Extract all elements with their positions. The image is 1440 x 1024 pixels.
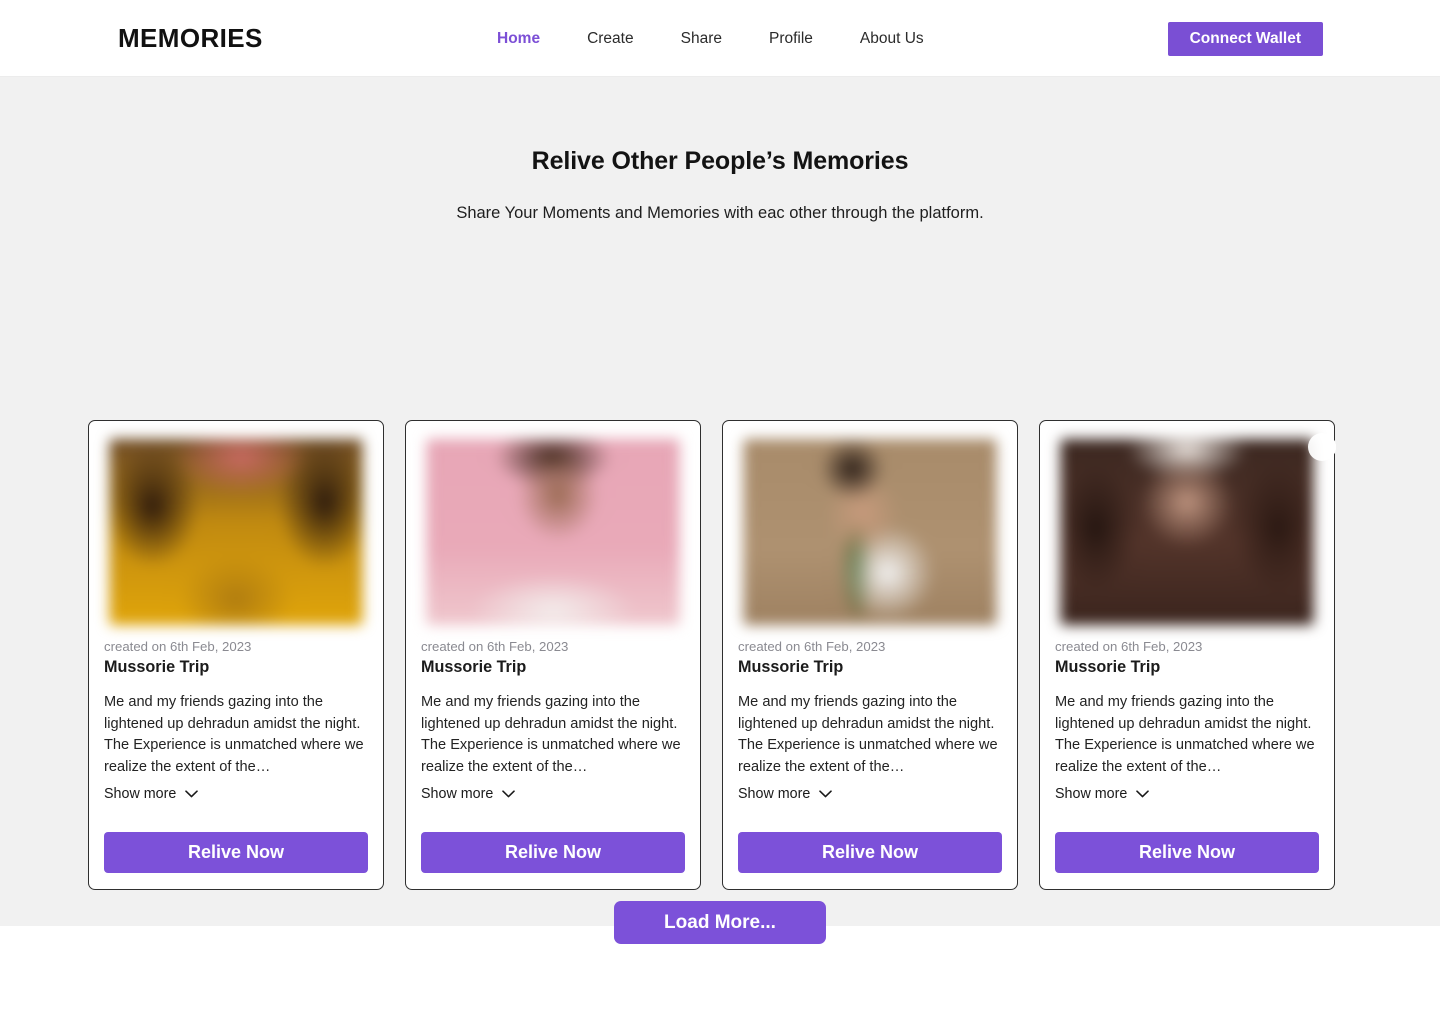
memory-description: Me and my friends gazing into the lighte…: [1055, 694, 1315, 775]
chevron-down-icon: [1136, 790, 1150, 798]
memory-card[interactable]: created on 6th Feb, 2023 Mussorie Trip M…: [1039, 420, 1336, 891]
show-more-toggle[interactable]: Show more: [104, 786, 199, 803]
show-more-toggle[interactable]: Show more: [421, 786, 516, 803]
relive-now-button[interactable]: Relive Now: [1055, 832, 1319, 874]
show-more-toggle[interactable]: Show more: [1055, 786, 1150, 803]
memory-created-date: created on 6th Feb, 2023: [1055, 639, 1203, 654]
relive-now-button[interactable]: Relive Now: [421, 832, 685, 874]
memory-title: Mussorie Trip: [104, 658, 210, 676]
show-more-label: Show more: [104, 786, 177, 803]
memory-image: [109, 438, 363, 626]
site-header: MEMORIES Home Create Share Profile About…: [0, 0, 1440, 77]
show-more-label: Show more: [421, 786, 494, 803]
nav-item-profile[interactable]: Profile: [769, 30, 813, 48]
memory-image: [743, 438, 997, 626]
nav-item-about-us[interactable]: About Us: [860, 30, 924, 48]
connect-wallet-button[interactable]: Connect Wallet: [1167, 22, 1323, 56]
memory-card[interactable]: created on 6th Feb, 2023 Mussorie Trip M…: [88, 420, 1336, 891]
memory-description: Me and my friends gazing into the lighte…: [738, 694, 998, 775]
relive-now-button[interactable]: Relive Now: [738, 832, 1002, 874]
chevron-down-icon: [502, 790, 516, 798]
memory-card[interactable]: created on 6th Feb, 2023 Mussorie Trip M…: [405, 420, 1336, 891]
memory-image: [1060, 438, 1314, 626]
relive-now-button[interactable]: Relive Now: [104, 832, 368, 874]
show-more-label: Show more: [1055, 786, 1128, 803]
memory-card-grid: created on 6th Feb, 2023 Mussorie Trip M…: [88, 420, 1353, 891]
chevron-down-icon: [819, 790, 833, 798]
memory-card[interactable]: created on 6th Feb, 2023 Mussorie Trip M…: [722, 420, 1336, 891]
show-more-label: Show more: [738, 786, 811, 803]
load-more-button[interactable]: Load More...: [614, 901, 826, 944]
hero-section: Relive Other People’s Memories Share You…: [0, 77, 1440, 223]
chevron-down-icon: [185, 790, 199, 798]
memory-title: Mussorie Trip: [738, 658, 844, 676]
page-title: Relive Other People’s Memories: [531, 147, 909, 175]
nav-item-create[interactable]: Create: [587, 30, 634, 48]
memory-created-date: created on 6th Feb, 2023: [421, 639, 569, 654]
show-more-toggle[interactable]: Show more: [738, 786, 833, 803]
memory-image: [426, 438, 680, 626]
nav-item-home[interactable]: Home: [497, 30, 540, 48]
memory-title: Mussorie Trip: [1055, 658, 1161, 676]
memory-title: Mussorie Trip: [421, 658, 527, 676]
memory-created-date: created on 6th Feb, 2023: [104, 639, 252, 654]
brand-logo[interactable]: MEMORIES: [118, 23, 263, 54]
main-navigation: Home Create Share Profile About Us: [497, 0, 924, 77]
avatar-circle-icon: [1308, 433, 1336, 461]
memory-description: Me and my friends gazing into the lighte…: [421, 694, 681, 775]
memory-description: Me and my friends gazing into the lighte…: [104, 694, 364, 775]
memory-created-date: created on 6th Feb, 2023: [738, 639, 886, 654]
page-subtitle: Share Your Moments and Memories with eac…: [456, 204, 984, 222]
nav-item-share[interactable]: Share: [681, 30, 722, 48]
main-content: Relive Other People’s Memories Share You…: [0, 77, 1440, 926]
